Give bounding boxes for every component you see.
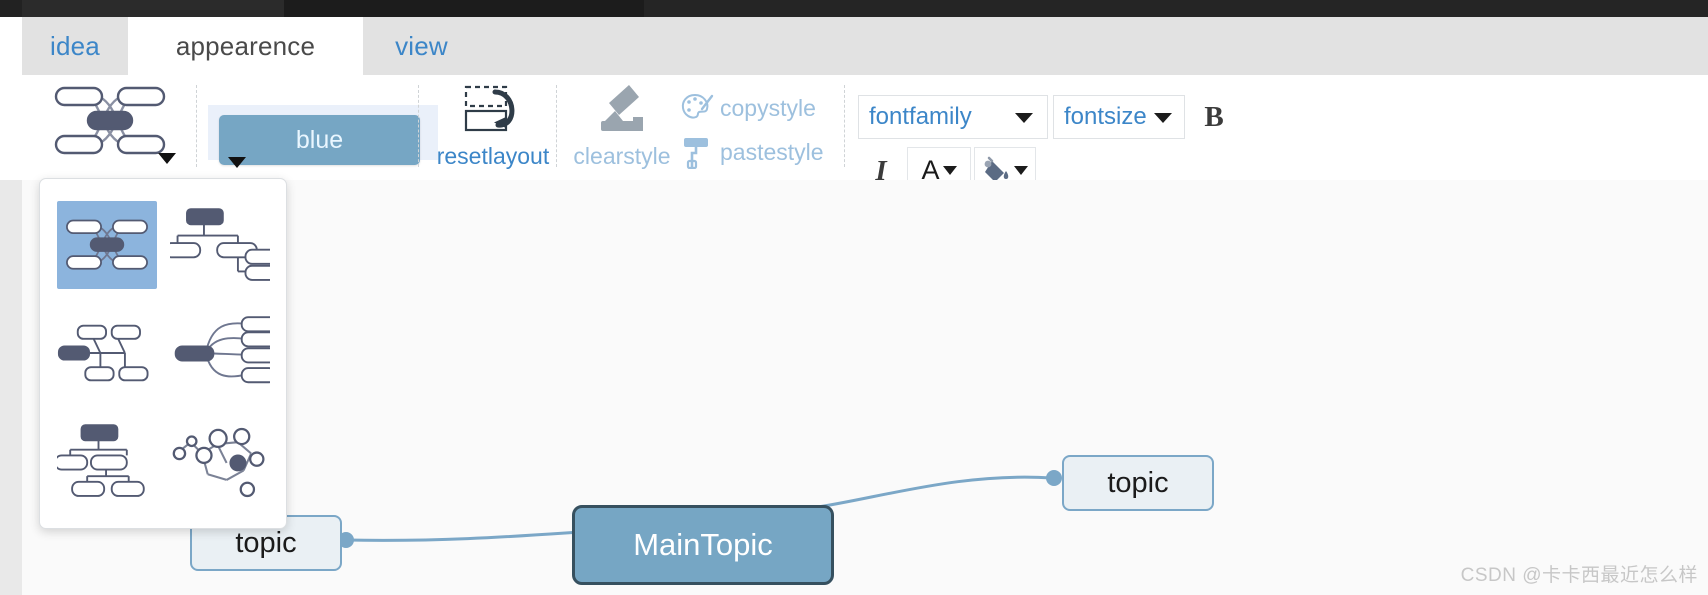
font-size-select[interactable]: fontsize: [1053, 95, 1185, 139]
copy-style-button[interactable]: copystyle: [680, 87, 816, 129]
node-topic-right-label: topic: [1107, 466, 1169, 499]
bold-button[interactable]: B: [1197, 99, 1231, 135]
group-separator-2: [418, 85, 419, 167]
bubble-network-icon: [172, 427, 265, 497]
group-separator-1: [196, 85, 197, 167]
clear-style-label: clearstyle: [573, 143, 671, 169]
layout-option-org-chart-down-swatch: [169, 201, 270, 289]
group-separator-3: [556, 85, 557, 167]
node-topic-right[interactable]: topic: [1062, 455, 1214, 511]
layout-option-balanced-map[interactable]: [50, 191, 163, 299]
layout-option-grid: [50, 191, 276, 516]
theme-dropdown-caret-icon[interactable]: [228, 157, 246, 168]
layout-dropdown-panel: [39, 178, 287, 529]
font-size-value: fontsize: [1064, 103, 1147, 130]
style-clipboard-group: copystyle pastestyle: [680, 87, 840, 175]
layout-option-tree-right-swatch: [57, 309, 157, 397]
fishbone-right-icon: [174, 316, 270, 384]
brush-icon: [601, 85, 643, 131]
font-family-value: fontfamily: [869, 103, 972, 130]
tree-right-icon: [57, 325, 149, 382]
clear-style-button[interactable]: clearstyle: [566, 81, 678, 175]
mindmap-balanced-icon: [54, 86, 166, 155]
mindmap-balanced-icon: [65, 219, 148, 270]
reset-layout-icon: [464, 85, 515, 132]
tab-strip: idea appearence view: [22, 17, 1708, 75]
tab-appearence[interactable]: appearence: [128, 17, 363, 75]
paint-roller-icon: [684, 138, 708, 169]
tab-idea-label: idea: [50, 30, 100, 61]
fill-color-caret-icon: [1014, 165, 1028, 175]
copy-style-label: copystyle: [720, 94, 816, 121]
layout-option-org-chart-tree-swatch: [56, 418, 157, 506]
tab-view[interactable]: view: [363, 17, 480, 75]
chrome-segment-left: [22, 0, 284, 17]
canvas-left-rail: [0, 180, 22, 595]
chrome-segment-right: [644, 0, 1708, 17]
org-chart-tree-icon: [56, 424, 145, 497]
reset-layout-button[interactable]: resetlayout: [432, 81, 554, 175]
node-main-topic[interactable]: MainTopic: [572, 505, 834, 585]
tab-appearence-label: appearence: [175, 30, 316, 61]
layout-option-org-chart-tree[interactable]: [50, 408, 163, 516]
layout-option-org-chart-down[interactable]: [163, 191, 276, 299]
ribbon: idea appearence view blue resetlayout cl…: [0, 17, 1708, 193]
layout-option-balanced-map-swatch: [56, 201, 157, 290]
palette-icon: [681, 93, 714, 119]
node-main-topic-label: MainTopic: [633, 527, 773, 562]
layout-option-tree-right[interactable]: [50, 299, 163, 407]
layout-option-fishbone-right-swatch: [170, 309, 270, 397]
tab-view-label: view: [395, 30, 448, 61]
node-topic-left-label: topic: [235, 526, 297, 559]
font-color-caret-icon: [942, 165, 957, 175]
font-size-caret-icon: [1154, 113, 1172, 123]
reset-layout-label: resetlayout: [436, 143, 550, 169]
paste-style-label: pastestyle: [720, 138, 824, 165]
org-chart-down-icon: [169, 208, 270, 282]
layout-option-bubble-network-swatch: [170, 418, 270, 506]
font-family-caret-icon: [1015, 113, 1033, 123]
group-separator-4: [844, 85, 845, 167]
paste-style-button[interactable]: pastestyle: [680, 131, 824, 173]
font-family-select[interactable]: fontfamily: [858, 95, 1048, 139]
window-chrome-bar: [0, 0, 1708, 17]
theme-button[interactable]: blue: [219, 115, 420, 165]
tab-idea[interactable]: idea: [22, 17, 128, 75]
layout-option-fishbone-right[interactable]: [163, 299, 276, 407]
layout-style-button[interactable]: [40, 81, 180, 161]
layout-option-bubble-network[interactable]: [163, 408, 276, 516]
bold-label: B: [1204, 100, 1224, 133]
layout-dropdown-caret-icon[interactable]: [158, 153, 176, 164]
toolbar: blue resetlayout clearstyle copystyle pa…: [0, 75, 1708, 193]
chrome-segment-mid: [284, 0, 644, 17]
watermark: CSDN @卡卡西最近怎么样: [1460, 565, 1698, 586]
theme-button-label: blue: [295, 125, 344, 154]
